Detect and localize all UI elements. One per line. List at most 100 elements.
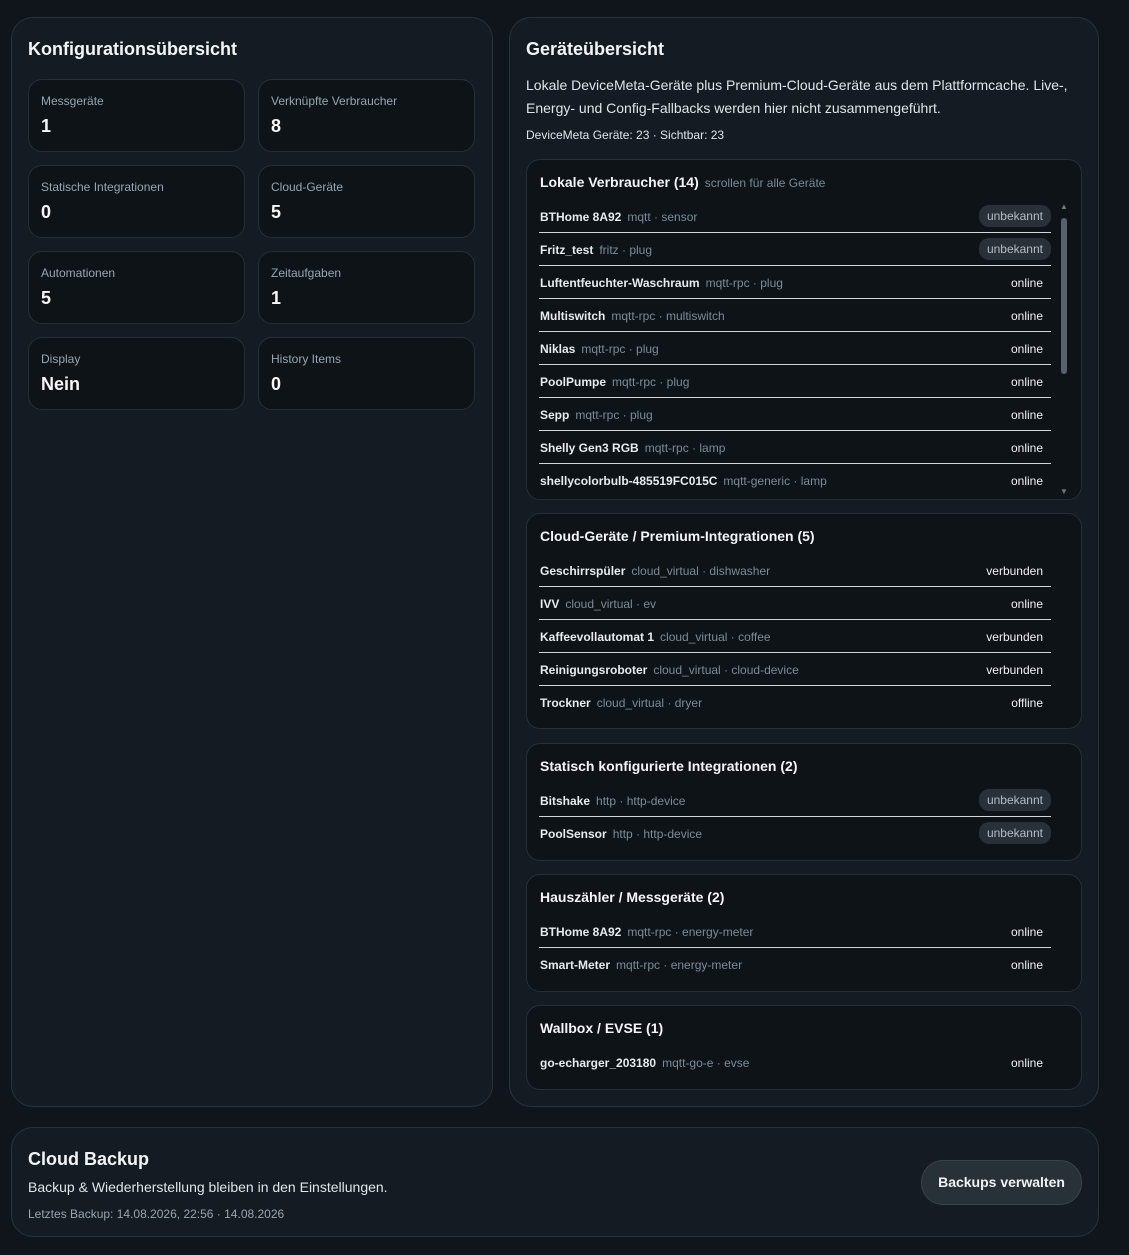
device-name: Smart-Meter mqtt-rpc · energy-meter [540,958,742,972]
stat-card-cloud-devices: Cloud-Geräte 5 [258,165,475,238]
device-name-text: PoolPumpe [540,375,607,389]
device-name-text: Reinigungsroboter [540,663,648,677]
cloud-backup-description: Backup & Wiederherstellung bleiben in de… [28,1179,388,1195]
section-title: Hauszähler / Messgeräte (2) [540,889,724,905]
device-name: Geschirrspüler cloud_virtual · dishwasher [540,564,770,578]
device-name-text: Trockner [540,696,591,710]
device-name: go-echarger_203180 mqtt-go-e · evse [540,1056,749,1070]
status-badge: unbekannt [978,822,1051,844]
section-wallbox: Wallbox / EVSE (1) go-echarger_203180 mqt… [526,1005,1082,1090]
status-badge: unbekannt [978,789,1051,811]
cloud-backup-title: Cloud Backup [28,1149,150,1169]
manage-backups-button[interactable]: Backups verwalten [921,1160,1082,1205]
device-meta: mqtt · sensor [627,210,698,224]
device-name: Multiswitch mqtt-rpc · multiswitch [540,309,725,323]
status-badge: unbekannt [978,238,1051,260]
device-name: Reinigungsroboter cloud_virtual · cloud-d… [540,663,799,677]
stat-card-history-items: History Items 0 [258,337,475,410]
device-meta: mqtt-rpc · plug [612,375,690,389]
device-row: Niklas mqtt-rpc · plug online [539,332,1051,365]
config-overview-panel: Konfigurationsübersicht Messgeräte 1 Ver… [11,17,493,1107]
section-house-meters: Hauszähler / Messgeräte (2) BTHome 8A92 m… [526,874,1082,992]
status-badge: verbunden [986,663,1043,677]
device-name: PoolSensor http · http-device [540,827,702,841]
last-backup-info: Letztes Backup: 14.08.2026, 22:56 · 14.0… [28,1207,285,1221]
device-list: BTHome 8A92 mqtt-rpc · energy-meter online… [539,915,1051,981]
device-name: Luftentfeuchter-Waschraum mqtt-rpc · plug [540,276,783,290]
stat-card-static-integrations: Statische Integrationen 0 [28,165,245,238]
stat-value: 0 [41,202,52,222]
device-meta: mqtt-rpc · multiswitch [611,309,725,323]
scroll-up-icon[interactable]: ▲ [1060,202,1068,211]
device-name: Shelly Gen3 RGB mqtt-rpc · lamp [540,441,725,455]
stat-value: Nein [41,374,81,394]
device-row: Reinigungsroboter cloud_virtual · cloud-d… [539,653,1051,686]
status-badge: online [1010,309,1043,323]
device-meta: mqtt-generic · lamp [723,474,827,488]
device-name: Fritz_test fritz · plug [540,243,652,257]
device-name: Niklas mqtt-rpc · plug [540,342,659,356]
device-name-text: Bitshake [540,794,591,808]
stat-label: History Items [271,352,342,366]
device-meta: mqtt-rpc · plug [705,276,783,290]
scroll-down-icon[interactable]: ▼ [1060,487,1068,496]
device-row: Bitshake http · http-device unbekannt [539,784,1051,817]
device-row: go-echarger_203180 mqtt-go-e · evse online [539,1046,1051,1079]
stat-value: 0 [271,374,282,394]
device-name-text: BTHome 8A92 [540,925,622,939]
device-overview-panel: Geräteübersicht Lokale DeviceMeta-Geräte… [509,17,1099,1107]
status-badge: unbekannt [978,205,1051,227]
device-counts: DeviceMeta Geräte: 23 · Sichtbar: 23 [526,128,725,142]
device-name-text: Niklas [540,342,576,356]
device-row: Shelly Gen3 RGB mqtt-rpc · lamp online [539,431,1051,464]
device-meta: cloud_virtual · coffee [660,630,771,644]
status-badge: online [1010,276,1043,290]
device-overview-description: Lokale DeviceMeta-Geräte plus Premium-Cl… [526,77,1068,116]
stat-label: Verknüpfte Verbraucher [271,94,398,108]
device-name: Bitshake http · http-device [540,794,685,808]
device-list: Geschirrspüler cloud_virtual · dishwasher… [539,554,1051,719]
stat-value: 8 [271,116,282,136]
status-badge: online [1010,958,1043,972]
device-name: Kaffeevollautomat 1 cloud_virtual · coffe… [540,630,771,644]
status-badge: online [1010,441,1043,455]
device-name-text: Smart-Meter [540,958,611,972]
device-row: shellycolorbulb-485519FC015C mqtt-generic… [539,464,1051,497]
device-meta: mqtt-rpc · lamp [644,441,726,455]
device-name: Trockner cloud_virtual · dryer [540,696,702,710]
section-hint: scrollen für alle Geräte [704,176,826,190]
device-name-text: Sepp [540,408,570,422]
scrollbar[interactable]: ▲ ▼ [1060,202,1068,496]
stat-label: Messgeräte [41,94,104,108]
device-meta: cloud_virtual · dryer [596,696,703,710]
section-title: Cloud-Geräte / Premium-Integrationen (5) [540,528,815,544]
device-meta: cloud_virtual · dishwasher [631,564,771,578]
cloud-backup-panel: Cloud Backup Backup & Wiederherstellung … [11,1127,1099,1237]
section-title-text: Lokale Verbraucher (14) [540,174,699,190]
device-list: BTHome 8A92 mqtt · sensor unbekannt Fritz_t… [539,200,1051,497]
device-name: Sepp mqtt-rpc · plug [540,408,653,422]
section-static-integrations: Statisch konfigurierte Integrationen (2)… [526,743,1082,861]
device-name-text: Shelly Gen3 RGB [540,441,639,455]
device-meta: cloud_virtual · ev [565,597,657,611]
stat-label: Zeitaufgaben [271,266,342,280]
section-local-consumers[interactable]: Lokale Verbraucher (14) scrollen für alle… [526,159,1082,500]
status-badge: online [1010,1056,1043,1070]
device-row: BTHome 8A92 mqtt · sensor unbekannt [539,200,1051,233]
device-list: Bitshake http · http-device unbekannt PoolS… [539,784,1051,850]
stat-card-linked-consumers: Verknüpfte Verbraucher 8 [258,79,475,152]
stat-label: Automationen [41,266,116,280]
device-name-text: Multiswitch [540,309,606,323]
device-meta: mqtt-rpc · energy-meter [627,925,754,939]
device-name-text: BTHome 8A92 [540,210,622,224]
device-row: BTHome 8A92 mqtt-rpc · energy-meter online [539,915,1051,948]
device-row: Geschirrspüler cloud_virtual · dishwasher… [539,554,1051,587]
device-row: IVV cloud_virtual · ev online [539,587,1051,620]
scrollbar-thumb[interactable] [1061,218,1067,374]
status-badge: verbunden [986,564,1043,578]
status-badge: offline [1011,696,1043,710]
status-badge: online [1010,925,1043,939]
device-meta: http · http-device [612,827,703,841]
device-name-text: Geschirrspüler [540,564,626,578]
status-badge: online [1010,375,1043,389]
